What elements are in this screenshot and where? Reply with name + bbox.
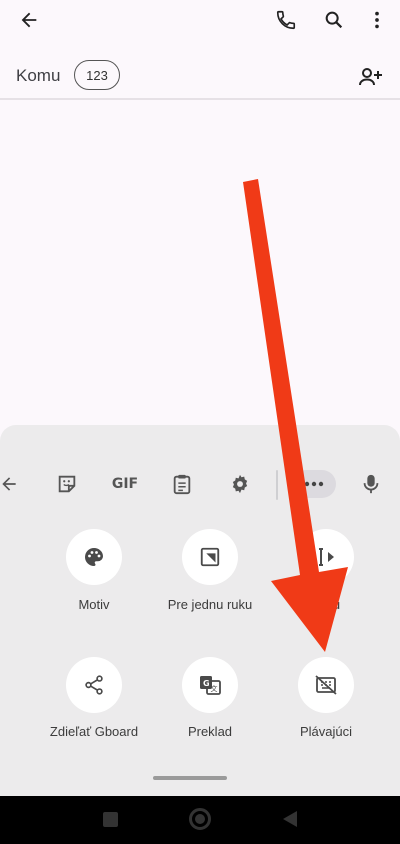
add-recipient-button[interactable]: [356, 62, 386, 92]
theme-tile-button[interactable]: [66, 529, 122, 585]
floating-keyboard-tile-label: Plávajúci: [299, 724, 353, 739]
back-arrow-icon: [21, 12, 37, 28]
translate-icon: G文: [200, 676, 221, 695]
one-hand-icon: [200, 547, 220, 567]
home-dot: [195, 814, 205, 824]
more-horiz-icon: [304, 481, 324, 487]
text-editing-tile-button[interactable]: [298, 529, 354, 585]
svg-text:G: G: [203, 679, 210, 688]
keyboard-back-button[interactable]: [0, 469, 24, 499]
system-back-button[interactable]: [283, 811, 297, 827]
more-options-button[interactable]: [362, 5, 392, 35]
theme-tile-label: Motiv: [78, 597, 110, 612]
one-handed-tile-button[interactable]: [182, 529, 238, 585]
search-icon: [325, 11, 343, 29]
share-gboard-tile-button[interactable]: [66, 657, 122, 713]
home-button[interactable]: [189, 808, 211, 830]
call-button[interactable]: [271, 5, 301, 35]
share-gboard-tile-label: Zdieľať Gboard: [49, 724, 139, 739]
more-vert-icon: [375, 11, 379, 29]
gif-button[interactable]: GIF: [106, 469, 144, 499]
phone-icon: [276, 10, 296, 30]
translate-tile-label: Preklad: [187, 724, 233, 739]
recipient-chip[interactable]: 123: [74, 60, 120, 90]
text-edit-icon: [319, 548, 334, 566]
toolbar-divider: [276, 470, 278, 500]
back-arrow-icon: [2, 477, 16, 491]
one-handed-tile-label: Pre jednu ruku: [167, 597, 253, 612]
more-features-button[interactable]: [292, 470, 336, 498]
svg-text:文: 文: [211, 684, 218, 693]
voice-input-button[interactable]: [356, 469, 386, 499]
keyboard-drag-handle[interactable]: [153, 776, 227, 780]
share-icon: [85, 675, 103, 695]
clipboard-icon: [173, 474, 191, 495]
settings-button[interactable]: [225, 469, 255, 499]
sticker-icon: [58, 475, 76, 493]
translate-tile-button[interactable]: G文: [182, 657, 238, 713]
floating-keyboard-tile-button[interactable]: [298, 657, 354, 713]
palette-icon: [85, 548, 103, 566]
mic-icon: [363, 474, 379, 494]
recents-button[interactable]: [103, 812, 118, 827]
clipboard-button[interactable]: [167, 469, 197, 499]
floating-keyboard-icon: [315, 675, 337, 695]
gear-icon: [232, 474, 248, 494]
search-button[interactable]: [319, 5, 349, 35]
to-label: Komu: [16, 66, 61, 85]
sticker-button[interactable]: [52, 469, 82, 499]
back-button[interactable]: [14, 5, 44, 35]
top-app-bar: [0, 0, 400, 40]
text-editing-tile-label: textu: [311, 597, 341, 612]
recipient-row: Komu 123: [0, 50, 400, 100]
person-add-icon: [359, 68, 382, 86]
